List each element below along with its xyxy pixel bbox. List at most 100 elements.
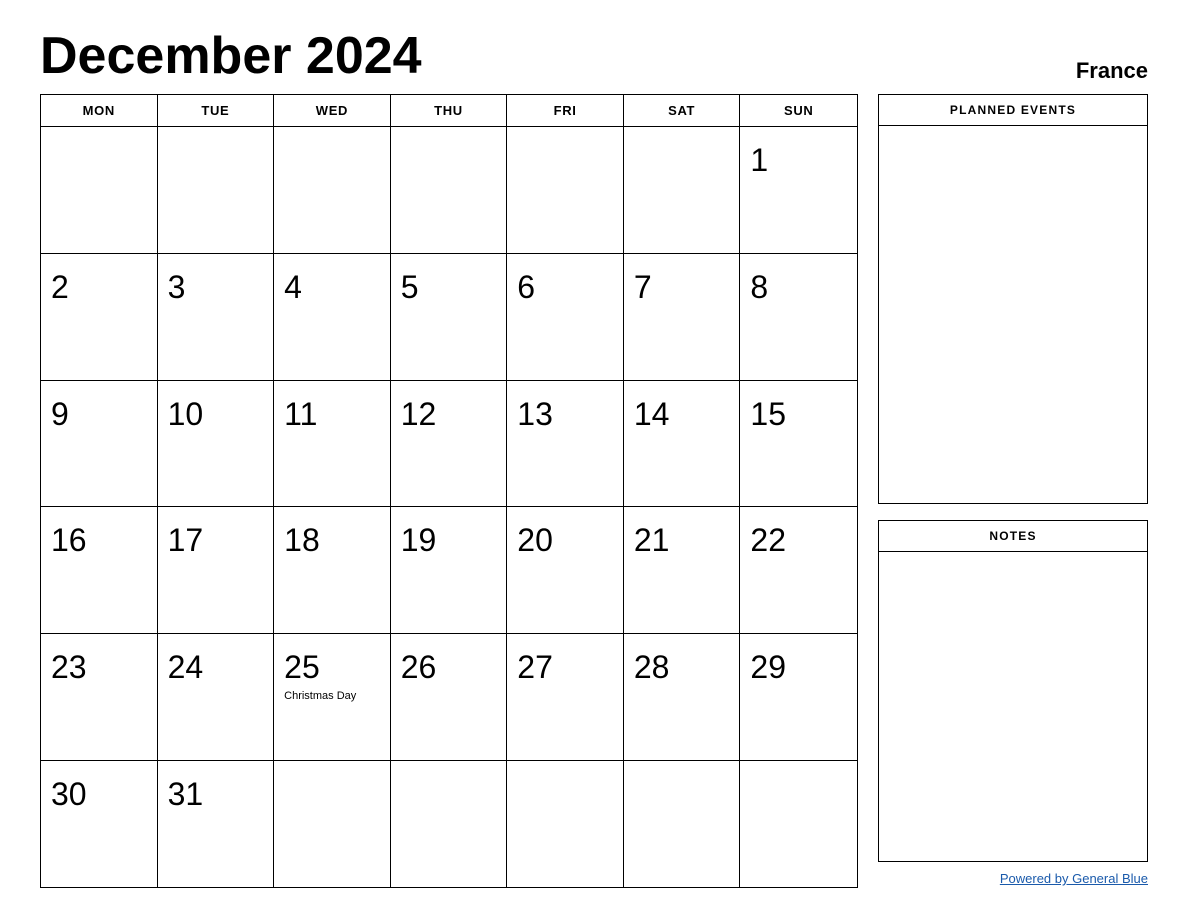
calendar-cell: 28 [624,634,741,760]
calendar-cell [274,761,391,887]
cell-number: 3 [168,270,186,305]
calendar-cell: 16 [41,507,158,633]
calendar-cell: 8 [740,254,857,380]
cell-number: 25 [284,650,320,685]
cell-number: 29 [750,650,786,685]
calendar-row: 1 [41,127,857,254]
day-header-sat: SAT [624,95,741,126]
calendar-cell: 31 [158,761,275,887]
calendar-cell: 12 [391,381,508,507]
calendar-cell: 4 [274,254,391,380]
calendar-cell [624,127,741,253]
calendar-cell [274,127,391,253]
cell-number: 30 [51,777,87,812]
calendar-cell: 11 [274,381,391,507]
cell-number: 23 [51,650,87,685]
cell-number: 10 [168,397,204,432]
cell-number: 27 [517,650,553,685]
planned-events-body [879,126,1147,503]
calendar-cell [391,761,508,887]
calendar-cell [740,761,857,887]
calendar-cell: 23 [41,634,158,760]
calendar-cell: 14 [624,381,741,507]
calendar-cell: 5 [391,254,508,380]
calendar-cell: 2 [41,254,158,380]
cell-number: 11 [284,397,317,432]
cell-number: 18 [284,523,320,558]
calendar-cell: 19 [391,507,508,633]
cell-number: 8 [750,270,768,305]
calendar-row: 16 17 18 19 20 21 22 [41,507,857,634]
cell-number: 28 [634,650,670,685]
calendar-cell: 10 [158,381,275,507]
calendar-cell: 20 [507,507,624,633]
day-header-mon: MON [41,95,158,126]
cell-number: 20 [517,523,553,558]
calendar-cell: 3 [158,254,275,380]
calendar-cell: 29 [740,634,857,760]
country-title: France [1076,60,1148,82]
cell-event: Christmas Day [284,690,356,702]
day-header-tue: TUE [158,95,275,126]
calendar-cell: 18 [274,507,391,633]
cell-number: 2 [51,270,69,305]
calendar-row: 23 24 25 Christmas Day 26 27 28 29 [41,634,857,761]
day-header-thu: THU [391,95,508,126]
day-header-fri: FRI [507,95,624,126]
calendar-cell [41,127,158,253]
calendar-cell [507,127,624,253]
calendar-cell: 1 [740,127,857,253]
calendar-row: 30 31 [41,761,857,887]
cell-number: 16 [51,523,87,558]
month-title: December 2024 [40,30,422,82]
planned-events-box: PLANNED EVENTS [878,94,1148,504]
calendar-cell: 9 [41,381,158,507]
cell-number: 26 [401,650,437,685]
cell-number: 13 [517,397,553,432]
calendar-cell: 7 [624,254,741,380]
day-header-wed: WED [274,95,391,126]
notes-body [879,552,1147,861]
cell-number: 14 [634,397,670,432]
calendar-cell: 17 [158,507,275,633]
cell-number: 31 [168,777,204,812]
calendar-cell: 15 [740,381,857,507]
notes-header: NOTES [879,521,1147,552]
calendar-cell: 27 [507,634,624,760]
cell-number: 19 [401,523,437,558]
calendar-cell [158,127,275,253]
calendar-cell [391,127,508,253]
calendar-cell [507,761,624,887]
calendar-cell: 6 [507,254,624,380]
cell-number: 15 [750,397,786,432]
header: December 2024 France [40,30,1148,82]
calendar-cell: 25 Christmas Day [274,634,391,760]
calendar-cell: 24 [158,634,275,760]
calendar-row: 2 3 4 5 67 8 [41,254,857,381]
notes-box: NOTES [878,520,1148,862]
powered-by-link[interactable]: Powered by General Blue [1000,871,1148,886]
cell-number: 7 [634,270,652,305]
right-wrapper: PLANNED EVENTS NOTES Powered by General … [878,94,1148,888]
planned-events-header: PLANNED EVENTS [879,95,1147,126]
calendar-grid: 1234567891011121314151617181920212223242… [41,127,857,887]
page-container: December 2024 France MONTUEWEDTHUFRISATS… [40,30,1148,888]
days-header: MONTUEWEDTHUFRISATSUN [41,95,857,127]
cell-number: 5 [401,270,419,305]
calendar-row: 9 10 11 12 13 14 15 [41,381,857,508]
cell-number: 22 [750,523,786,558]
footer: Powered by General Blue [878,870,1148,888]
day-header-sun: SUN [740,95,857,126]
calendar-cell: 13 [507,381,624,507]
calendar-cell [624,761,741,887]
main-content: MONTUEWEDTHUFRISATSUN 123456789101112131… [40,94,1148,888]
cell-number: 24 [168,650,204,685]
cell-number: 4 [284,270,302,305]
calendar-cell: 30 [41,761,158,887]
cell-number: 1 [750,143,768,178]
calendar-cell: 22 [740,507,857,633]
cell-number: 17 [168,523,204,558]
calendar-cell: 21 [624,507,741,633]
calendar-cell: 26 [391,634,508,760]
cell-number: 12 [401,397,437,432]
